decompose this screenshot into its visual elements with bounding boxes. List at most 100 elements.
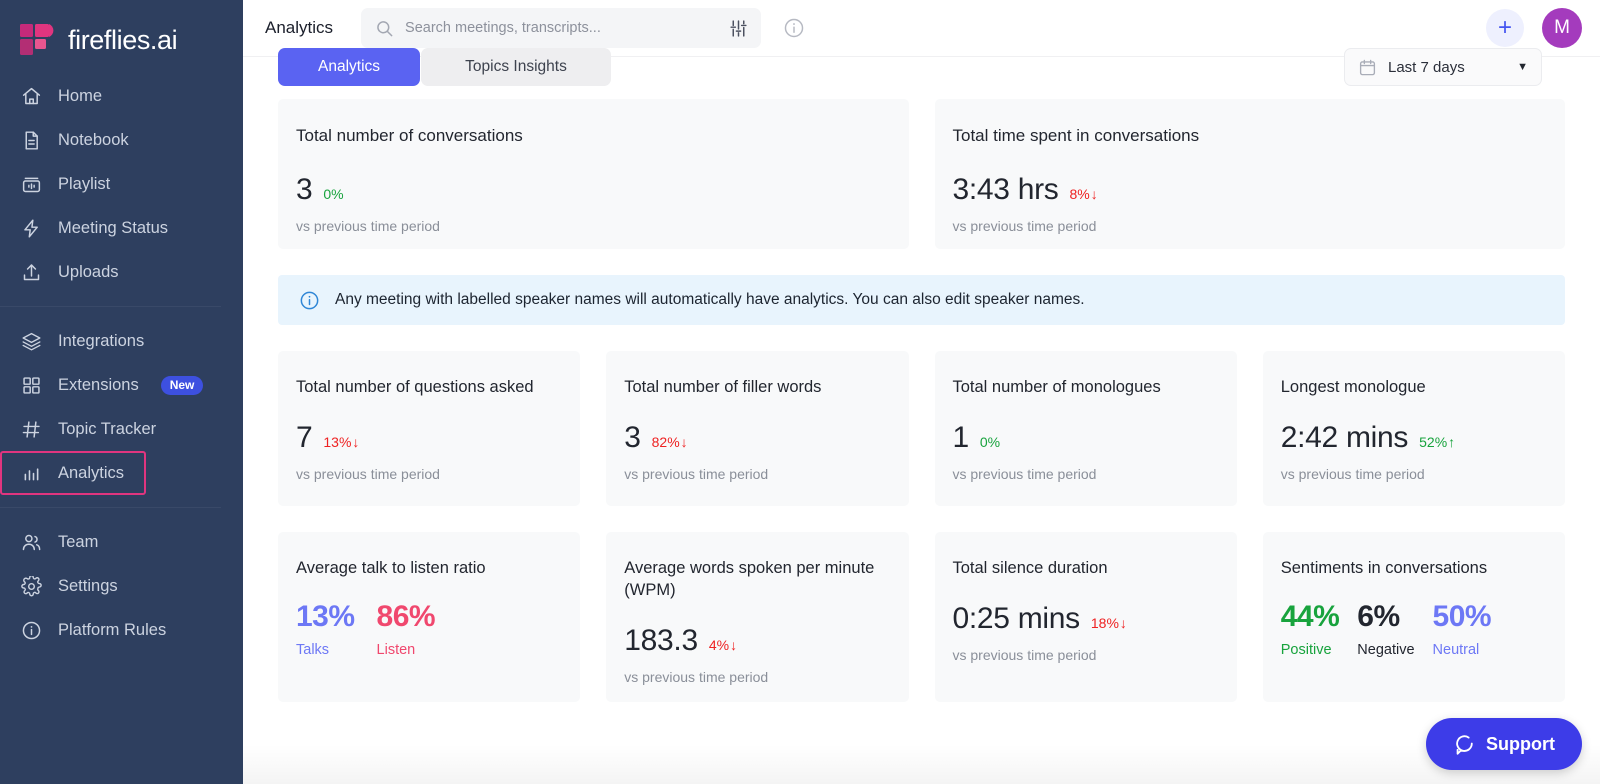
sidebar-item-integrations[interactable]: Integrations [0, 319, 243, 363]
sidebar-divider [0, 507, 221, 508]
card-total-time-spent: Total time spent in conversations 3:43 h… [934, 99, 1565, 249]
card-title: Total number of conversations [296, 126, 523, 145]
search-bar[interactable] [361, 8, 762, 48]
card-title: Total number of questions asked [296, 378, 534, 396]
delta-arrow-icon: ↓ [1090, 186, 1098, 203]
tab-topics-insights[interactable]: Topics Insights [421, 48, 611, 86]
sidebar-item-extensions[interactable]: Extensions New [0, 363, 243, 407]
talks-block: 13% Talks [296, 600, 355, 658]
date-range-picker[interactable]: Last 7 days ▼ [1344, 48, 1542, 86]
brand-logo[interactable]: fireflies.ai [0, 0, 243, 66]
calendar-icon [1358, 58, 1377, 77]
card-sentiments: Sentiments in conversations 44% Positive… [1262, 532, 1565, 702]
listen-label: Listen [376, 641, 416, 658]
sentiment-value: 50% [1432, 599, 1492, 633]
sidebar-item-home[interactable]: Home [0, 74, 243, 118]
talks-label: Talks [296, 641, 330, 658]
card-monologues: Total number of monologues 1 0% vs previ… [934, 351, 1237, 506]
talks-value: 13% [296, 599, 355, 633]
sidebar-item-label: Notebook [58, 130, 129, 149]
metric-row: 3 82% ↓ [624, 421, 888, 455]
metric-value: 2:42 mins [1280, 420, 1409, 454]
card-title: Total number of filler words [624, 378, 822, 396]
sidebar-divider [0, 306, 221, 307]
card-title: Longest monologue [1280, 378, 1426, 396]
sidebar-item-label: Team [58, 532, 99, 551]
gear-icon [20, 575, 42, 597]
talk-listen-values: 13% Talks 86% Listen [296, 600, 560, 658]
metric-row: 3 0% [296, 173, 889, 207]
sidebar-item-settings[interactable]: Settings [0, 564, 243, 608]
metric-delta: 0% [980, 434, 1001, 450]
card-talk-listen-ratio: Average talk to listen ratio 13% Talks 8… [278, 532, 581, 702]
comparison-note: vs previous time period [1280, 465, 1425, 482]
sentiment-label: Negative [1357, 641, 1415, 658]
sidebar-item-label: Uploads [58, 262, 119, 281]
fireflies-logo-icon [18, 21, 56, 59]
sentiment-negative: 6% Negative [1357, 600, 1414, 658]
metric-delta: 52% ↑ [1419, 434, 1455, 450]
metric-delta: 8% ↓ [1070, 186, 1098, 202]
comparison-note: vs previous time period [952, 218, 1097, 235]
grid-icon [20, 374, 42, 396]
sidebar-item-label: Home [58, 86, 103, 105]
sidebar-item-label: Settings [58, 576, 118, 595]
page-title: Analytics [265, 18, 334, 37]
support-button[interactable]: Support [1426, 718, 1582, 770]
metric-delta: 13% ↓ [323, 434, 359, 450]
delta-arrow-icon: ↓ [730, 636, 738, 653]
sidebar-item-label: Topic Tracker [58, 419, 157, 438]
card-total-conversations: Total number of conversations 3 0% vs pr… [278, 99, 909, 249]
card-filler-words: Total number of filler words 3 82% ↓ vs … [606, 351, 909, 506]
add-button[interactable]: + [1486, 9, 1524, 47]
banner-text: Any meeting with labelled speaker names … [335, 291, 1085, 308]
sidebar-item-playlist[interactable]: Playlist [0, 162, 243, 206]
sidebar-item-team[interactable]: Team [0, 520, 243, 564]
sentiment-value: 44% [1280, 599, 1340, 633]
sidebar-item-label: Extensions [58, 375, 139, 394]
metric-value: 3:43 hrs [952, 173, 1059, 207]
chat-bubble-icon [1453, 733, 1475, 755]
sidebar-item-topic-tracker[interactable]: Topic Tracker [0, 407, 243, 451]
brand-name: fireflies.ai [68, 24, 178, 55]
search-icon [375, 19, 394, 38]
avatar[interactable]: M [1542, 8, 1582, 48]
support-label: Support [1486, 733, 1555, 754]
sentiment-values: 44% Positive 6% Negative 50% Neutral [1281, 600, 1545, 658]
sidebar-item-notebook[interactable]: Notebook [0, 118, 243, 162]
metrics-grid-lower: Total number of questions asked 7 13% ↓ … [243, 351, 1600, 702]
comparison-note: vs previous time period [624, 465, 769, 482]
sidebar-nav: Home Notebook Playlist Meeting Status Up… [0, 74, 243, 652]
sidebar-item-analytics[interactable]: Analytics [0, 451, 146, 495]
upload-icon [20, 261, 42, 283]
metrics-row-2: Total number of questions asked 7 13% ↓ … [278, 351, 1565, 506]
sidebar-item-label: Meeting Status [58, 218, 169, 237]
sidebar-item-platform-rules[interactable]: Platform Rules [0, 608, 243, 652]
metric-value: 0:25 mins [952, 601, 1081, 635]
delta-value: 18% [1090, 614, 1119, 631]
comparison-note: vs previous time period [296, 465, 440, 482]
lightning-icon [20, 217, 42, 239]
date-range-label: Last 7 days [1388, 58, 1465, 76]
info-circle-icon[interactable] [783, 17, 805, 39]
delta-value: 52% [1419, 433, 1448, 450]
delta-value: 0% [979, 433, 1001, 450]
metric-row: 3:43 hrs 8% ↓ [953, 173, 1546, 207]
content-area: Analytics Topics Insights Last 7 days ▼ … [243, 48, 1600, 784]
tab-analytics[interactable]: Analytics [278, 48, 420, 86]
chevron-down-icon: ▼ [1517, 61, 1528, 73]
delta-arrow-icon: ↓ [352, 433, 360, 450]
sidebar-item-label: Analytics [58, 463, 125, 482]
search-input[interactable] [405, 20, 718, 36]
hash-icon [20, 418, 42, 440]
sidebar-item-label: Playlist [58, 174, 111, 193]
card-title: Total time spent in conversations [952, 126, 1200, 145]
sidebar-item-label: Integrations [58, 331, 145, 350]
playlist-icon [20, 173, 42, 195]
sidebar-item-uploads[interactable]: Uploads [0, 250, 243, 294]
sidebar-item-meeting-status[interactable]: Meeting Status [0, 206, 243, 250]
delta-arrow-icon: ↑ [1448, 433, 1456, 450]
filter-sliders-icon[interactable] [728, 18, 749, 39]
card-title: Average talk to listen ratio [296, 559, 486, 577]
metric-value: 1 [952, 420, 970, 454]
